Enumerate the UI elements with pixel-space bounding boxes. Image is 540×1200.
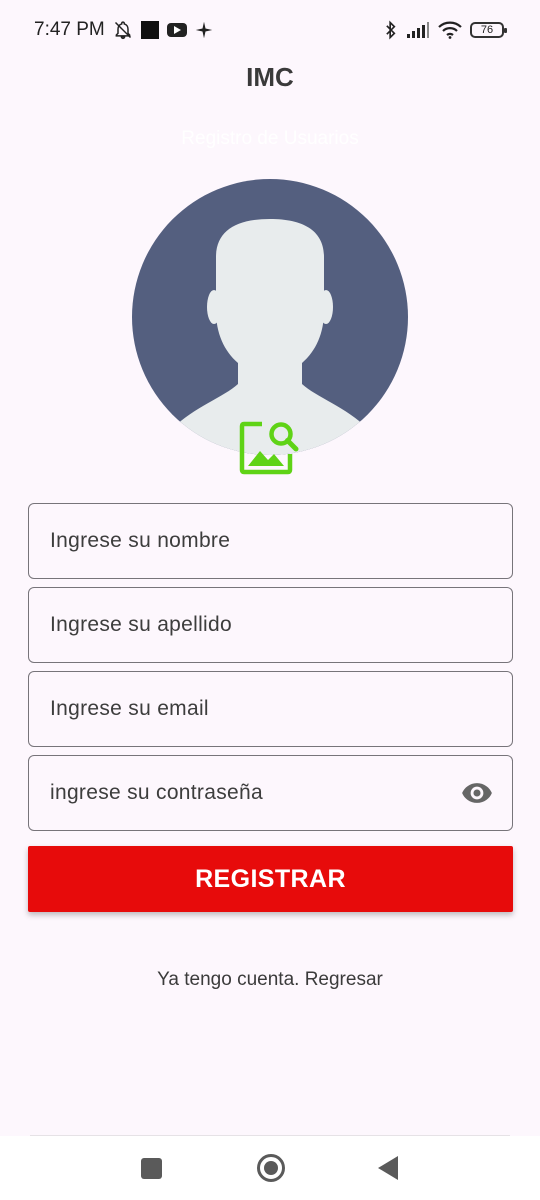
status-bar: 7:47 PM 76 (0, 0, 540, 60)
status-time: 7:47 PM (34, 19, 105, 40)
back-to-login-link[interactable]: Ya tengo cuenta. Regresar (0, 969, 540, 991)
email-input[interactable] (50, 697, 494, 721)
app-title: IMC (246, 62, 294, 92)
bell-off-icon (114, 21, 131, 40)
email-field[interactable] (28, 671, 513, 747)
recents-button[interactable] (141, 1158, 162, 1179)
home-button[interactable] (257, 1154, 285, 1182)
name-input[interactable] (50, 529, 494, 553)
register-button[interactable]: REGISTRAR (28, 846, 513, 912)
lastname-input[interactable] (50, 613, 494, 637)
sparkle-icon (195, 21, 213, 39)
name-field[interactable] (28, 503, 513, 579)
system-nav-bar (0, 1136, 540, 1200)
eye-icon[interactable] (460, 776, 494, 810)
status-left: 7:47 PM (34, 19, 213, 41)
password-input[interactable] (50, 781, 460, 805)
square-icon (140, 21, 159, 39)
wifi-icon (438, 21, 462, 39)
bluetooth-icon (386, 20, 396, 40)
lastname-field[interactable] (28, 587, 513, 663)
signal-icon (407, 22, 429, 38)
youtube-icon (166, 23, 187, 37)
back-button[interactable] (378, 1156, 398, 1180)
avatar (132, 179, 408, 455)
password-field[interactable] (28, 755, 513, 831)
status-right: 76 (384, 20, 507, 40)
battery-icon: 76 (470, 22, 507, 38)
page-subtitle: Registro de Usuarios (181, 128, 359, 149)
person-silhouette-icon (172, 219, 368, 455)
image-search-icon[interactable] (238, 416, 300, 478)
